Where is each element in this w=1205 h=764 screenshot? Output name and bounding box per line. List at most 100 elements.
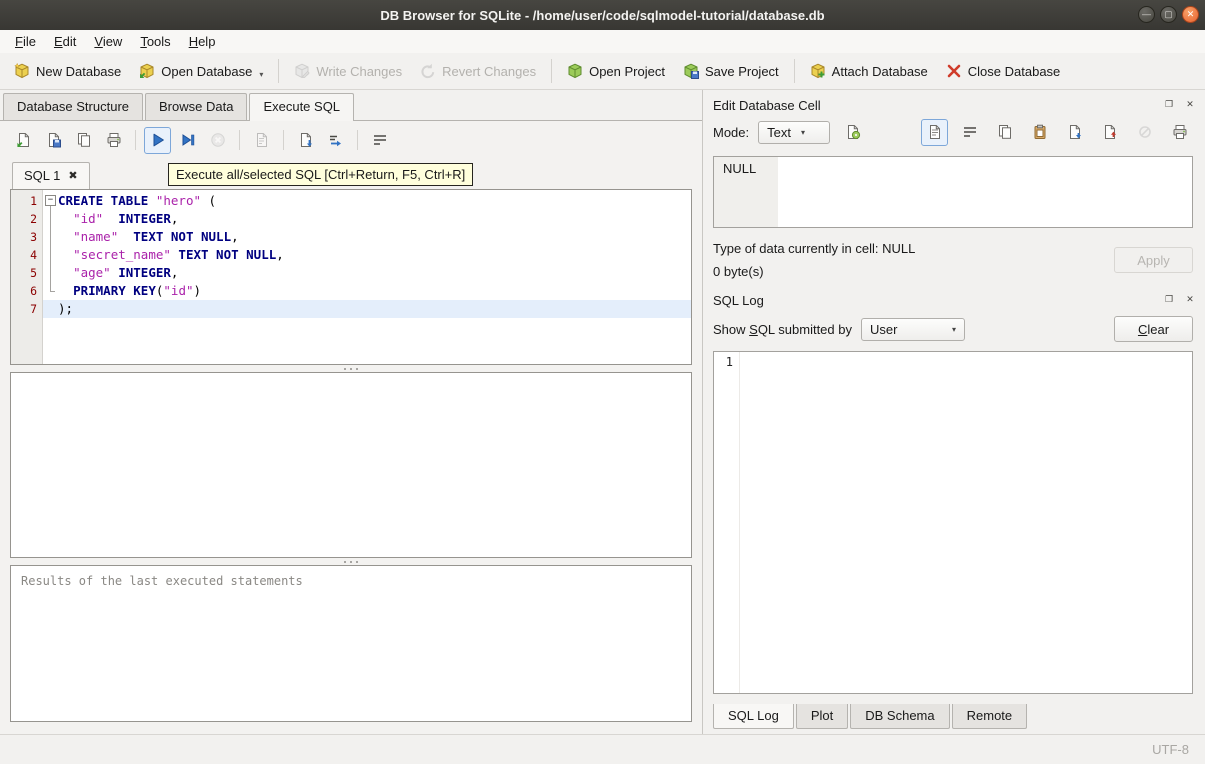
menu-help[interactable]: Help xyxy=(180,31,225,52)
open-in-external-button[interactable] xyxy=(839,119,866,146)
left-pane: Database Structure Browse Data Execute SQL… xyxy=(0,90,702,734)
print-icon xyxy=(1172,124,1188,140)
toolbar-separator xyxy=(551,59,553,83)
menu-view[interactable]: View xyxy=(85,31,131,52)
open-sql-file-button[interactable] xyxy=(10,127,37,154)
open-database-button[interactable]: Open Database ▾ xyxy=(131,58,271,84)
export-button[interactable] xyxy=(1096,119,1123,146)
save-results-button[interactable] xyxy=(292,127,319,154)
minimize-button[interactable]: — xyxy=(1138,6,1155,23)
line-number: 2 xyxy=(30,212,37,226)
bottom-tab-plot[interactable]: Plot xyxy=(795,704,849,729)
menu-file[interactable]: File xyxy=(6,31,45,52)
new-database-button[interactable]: New Database xyxy=(6,58,129,84)
execute-line-icon xyxy=(180,132,196,148)
editor-line[interactable]: 6 PRIMARY KEY("id") xyxy=(11,282,691,300)
results-grid[interactable] xyxy=(10,372,692,558)
line-number: 3 xyxy=(30,230,37,244)
format-sql-button[interactable] xyxy=(322,127,349,154)
toolbar-button-label: Close Database xyxy=(967,63,1061,79)
close-database-button[interactable]: Close Database xyxy=(938,58,1069,84)
menu-edit[interactable]: Edit xyxy=(45,31,85,52)
paste-button[interactable] xyxy=(1026,119,1053,146)
line-number: 7 xyxy=(30,302,37,316)
splitter-dots-icon xyxy=(350,367,352,370)
open-sql-tab-icon xyxy=(76,132,92,148)
save-project-button[interactable]: Save Project xyxy=(675,58,787,84)
new-database-icon xyxy=(14,63,30,79)
close-button[interactable]: ✕ xyxy=(1182,6,1199,23)
execute-line-button[interactable] xyxy=(174,127,201,154)
line-number: 5 xyxy=(30,266,37,280)
close-tab-icon[interactable]: ✖ xyxy=(68,169,77,182)
cell-editor[interactable]: NULL xyxy=(713,156,1193,228)
edit-cell-toolbar: Mode: Text ▾ xyxy=(703,114,1205,150)
fold-guide xyxy=(43,210,58,228)
toolbar-button-label: Save Project xyxy=(704,63,779,79)
sql-log-area[interactable]: 1 xyxy=(713,351,1193,694)
editor-line[interactable]: 4 "secret_name" TEXT NOT NULL, xyxy=(11,246,691,264)
bottom-tab-remote[interactable]: Remote xyxy=(951,704,1028,729)
export-icon xyxy=(1102,124,1118,140)
attach-database-button[interactable]: Attach Database xyxy=(802,58,936,84)
copy-button[interactable] xyxy=(991,119,1018,146)
set-null-button xyxy=(1131,119,1158,146)
bottom-tab-sql-log[interactable]: SQL Log xyxy=(713,704,794,729)
editor-line[interactable]: 3 "name" TEXT NOT NULL, xyxy=(11,228,691,246)
word-wrap-button[interactable] xyxy=(956,119,983,146)
mode-combobox[interactable]: Text ▾ xyxy=(758,120,831,144)
editor-line[interactable]: 5 "age" INTEGER, xyxy=(11,264,691,282)
import-button[interactable] xyxy=(1061,119,1088,146)
editor-line[interactable]: 1− CREATE TABLE "hero" ( xyxy=(11,192,691,210)
sql-log-filter-value: User xyxy=(870,321,898,337)
save-sql-file-icon xyxy=(46,132,62,148)
clear-button[interactable]: Clear xyxy=(1114,316,1193,342)
toolbar-button-label: Attach Database xyxy=(831,63,928,79)
dock-float-icon[interactable]: ❐ xyxy=(1162,98,1176,112)
print-button[interactable] xyxy=(1166,119,1193,146)
tab-database-structure[interactable]: Database Structure xyxy=(3,93,144,120)
tooltip: Execute all/selected SQL [Ctrl+Return, F… xyxy=(168,163,474,186)
fold-marker-icon[interactable]: − xyxy=(43,192,58,210)
tooltip-text: Execute all/selected SQL [Ctrl+Return, F… xyxy=(176,167,466,182)
open-sql-tab-button[interactable] xyxy=(70,127,97,154)
stop-icon xyxy=(210,132,226,148)
titlebar[interactable]: DB Browser for SQLite - /home/user/code/… xyxy=(0,0,1205,30)
tab-execute-sql[interactable]: Execute SQL xyxy=(249,93,355,121)
execute-all-button[interactable] xyxy=(144,126,171,154)
open-project-icon xyxy=(567,63,583,79)
edit-cell-title: Edit Database Cell xyxy=(713,97,821,113)
write-changes-button: Write Changes xyxy=(286,58,410,84)
dock-float-icon[interactable]: ❐ xyxy=(1162,293,1176,307)
dock-close-icon[interactable]: ✕ xyxy=(1183,98,1197,112)
editor-line[interactable]: 2 "id" INTEGER, xyxy=(11,210,691,228)
write-changes-icon xyxy=(294,63,310,79)
import-icon xyxy=(1067,124,1083,140)
sql-log-filter-combobox[interactable]: User ▾ xyxy=(861,317,965,341)
print-button[interactable] xyxy=(100,127,127,154)
results-message-panel[interactable]: Results of the last executed statements xyxy=(10,565,692,722)
open-project-button[interactable]: Open Project xyxy=(559,58,673,84)
editor-line[interactable]: 7); xyxy=(11,300,691,318)
text-mode-button[interactable] xyxy=(921,118,948,146)
bottom-tabbar: SQL Log Plot DB Schema Remote xyxy=(703,704,1205,734)
dock-close-icon[interactable]: ✕ xyxy=(1183,293,1197,307)
attach-database-icon xyxy=(810,63,826,79)
code-text: "id" INTEGER, xyxy=(73,211,179,226)
sql-tab[interactable]: SQL 1 ✖ xyxy=(12,162,90,189)
word-wrap-button[interactable] xyxy=(366,127,393,154)
toolbar-separator xyxy=(793,59,795,83)
toolbar-separator xyxy=(239,130,240,150)
splitter-handle-bottom[interactable] xyxy=(10,558,692,565)
save-sql-file-button[interactable] xyxy=(40,127,67,154)
bottom-tab-db-schema[interactable]: DB Schema xyxy=(850,704,950,729)
tab-browse-data[interactable]: Browse Data xyxy=(145,93,248,120)
maximize-button[interactable]: ▢ xyxy=(1160,6,1177,23)
toolbar-button-label: Write Changes xyxy=(316,63,403,79)
word-wrap-icon xyxy=(962,124,978,140)
sql-editor[interactable]: 1− CREATE TABLE "hero" (2 "id" INTEGER, 3 … xyxy=(10,189,692,365)
menu-tools[interactable]: Tools xyxy=(131,31,179,52)
chevron-down-icon[interactable]: ▾ xyxy=(259,70,263,79)
mode-combobox-value: Text xyxy=(767,124,791,140)
splitter-handle-top[interactable] xyxy=(10,365,692,372)
